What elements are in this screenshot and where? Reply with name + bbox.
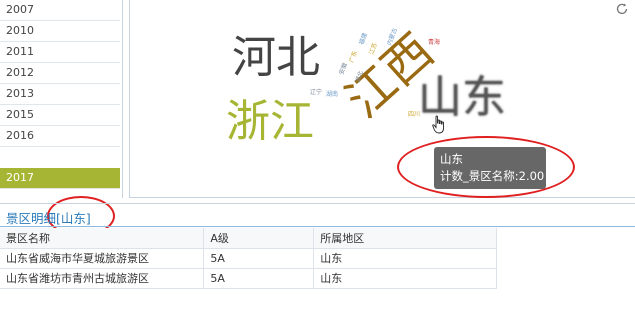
column-header-level[interactable]: A级 xyxy=(203,228,315,249)
cell-region: 山东 xyxy=(313,268,497,289)
year-item-2013[interactable]: 2013 xyxy=(0,84,120,105)
word-shandong[interactable]: 山东 xyxy=(418,76,506,120)
year-item-2015[interactable]: 2015 xyxy=(0,105,120,126)
section-divider xyxy=(0,203,635,204)
tooltip-metric: 计数_景区名称:2.00 xyxy=(440,169,545,183)
word-small-9[interactable]: 四川 xyxy=(408,112,420,118)
table-row[interactable]: 山东省威海市华夏城旅游景区 5A 山东 xyxy=(0,248,497,269)
year-list: 2007 2010 2011 2012 2013 2015 2016 2017 xyxy=(0,0,123,198)
cell-level: 5A xyxy=(203,268,315,289)
tooltip-name: 山东 xyxy=(440,152,463,166)
title-underline xyxy=(0,226,635,227)
word-small-7[interactable]: 湖南 xyxy=(326,92,338,98)
refresh-icon[interactable] xyxy=(615,2,629,16)
table-header-row: 景区名称 A级 所属地区 xyxy=(0,228,497,249)
cell-level: 5A xyxy=(203,248,315,269)
detail-title: 景区明细[山东] xyxy=(6,211,91,226)
tooltip: 山东 计数_景区名称:2.00 xyxy=(434,147,546,189)
year-item-2017[interactable]: 2017 xyxy=(0,168,120,189)
word-hebei[interactable]: 河北 xyxy=(232,36,320,80)
year-item-2011[interactable]: 2011 xyxy=(0,42,120,63)
cell-region: 山东 xyxy=(313,248,497,269)
column-header-name[interactable]: 景区名称 xyxy=(0,228,205,249)
table-row[interactable]: 山东省潍坊市青州古城旅游区 5A 山东 xyxy=(0,268,497,289)
word-cloud-panel: 河北 浙江 江西 山东 江苏 福建 广东 安徽 内蒙古 辽宁 湖南 青海 四川 … xyxy=(129,0,635,198)
word-small-6[interactable]: 辽宁 xyxy=(310,90,322,96)
detail-table: 景区名称 A级 所属地区 山东省威海市华夏城旅游景区 5A 山东 山东省潍坊市青… xyxy=(0,228,497,289)
year-item-2007[interactable]: 2007 xyxy=(0,0,120,21)
word-small-3[interactable]: 广东 xyxy=(348,50,359,64)
word-small-4[interactable]: 安徽 xyxy=(338,62,349,76)
cell-name: 山东省威海市华夏城旅游景区 xyxy=(0,248,205,269)
cell-name: 山东省潍坊市青州古城旅游区 xyxy=(0,268,205,289)
year-item-2016[interactable]: 2016 xyxy=(0,126,120,147)
word-small-8[interactable]: 青海 xyxy=(428,40,440,46)
year-item-2010[interactable]: 2010 xyxy=(0,21,120,42)
column-header-region[interactable]: 所属地区 xyxy=(313,228,497,249)
word-small-2[interactable]: 福建 xyxy=(358,32,369,46)
mouse-cursor-icon xyxy=(432,115,444,134)
year-item-2012[interactable]: 2012 xyxy=(0,63,120,84)
word-zhejiang[interactable]: 浙江 xyxy=(226,100,314,144)
